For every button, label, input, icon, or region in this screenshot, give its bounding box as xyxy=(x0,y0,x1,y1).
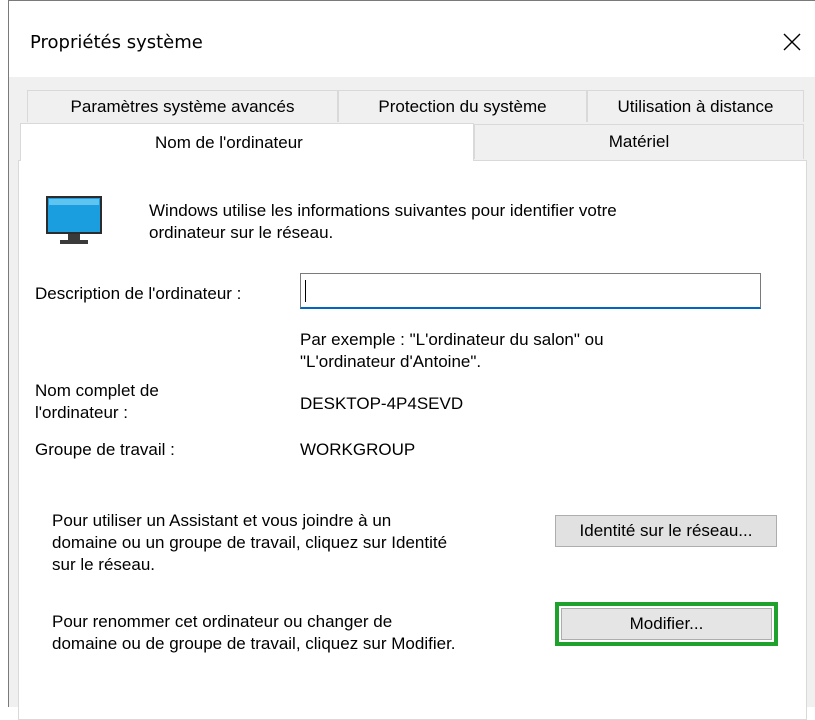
join-domain-text: Pour utiliser un Assistant et vous joind… xyxy=(52,510,542,576)
example-line: "L'ordinateur d'Antoine". xyxy=(300,352,482,371)
intro-text: Windows utilise les informations suivant… xyxy=(149,200,749,244)
full-name-label-line: Nom complet de xyxy=(35,381,159,400)
description-input[interactable] xyxy=(300,273,761,309)
full-name-label-line: l'ordinateur : xyxy=(35,403,129,422)
intro-line: Windows utilise les informations suivant… xyxy=(149,201,617,220)
text-caret xyxy=(305,280,306,302)
workgroup-label: Groupe de travail : xyxy=(35,440,175,459)
tab-label: Protection du système xyxy=(378,96,547,116)
description-label: Description de l'ordinateur : xyxy=(35,284,242,303)
title-bar: Propriétés système xyxy=(9,1,815,77)
window-title: Propriétés système xyxy=(30,32,203,53)
tab-system-protection[interactable]: Protection du système xyxy=(338,90,587,122)
tab-computer-name[interactable]: Nom de l'ordinateur xyxy=(20,123,474,161)
full-name-label: Nom complet de l'ordinateur : xyxy=(35,380,159,424)
rename-text: Pour renommer cet ordinateur ou changer … xyxy=(52,611,552,655)
workgroup-value: WORKGROUP xyxy=(300,440,416,459)
tab-remote[interactable]: Utilisation à distance xyxy=(587,90,804,122)
close-button[interactable] xyxy=(769,19,815,65)
monitor-icon xyxy=(46,196,102,244)
intro-line: ordinateur sur le réseau. xyxy=(149,223,334,242)
tab-label: Nom de l'ordinateur xyxy=(155,132,303,152)
tab-label: Paramètres système avancés xyxy=(70,96,295,116)
tab-advanced-settings[interactable]: Paramètres système avancés xyxy=(27,90,338,122)
rename-text-line: Pour renommer cet ordinateur ou changer … xyxy=(52,612,393,631)
close-icon xyxy=(783,33,801,51)
tab-label: Matériel xyxy=(608,132,670,151)
tab-label: Utilisation à distance xyxy=(617,96,774,116)
example-text: Par exemple : "L'ordinateur du salon" ou… xyxy=(300,329,604,373)
join-text-line: domaine ou un groupe de travail, cliquez… xyxy=(52,533,448,552)
tab-hardware[interactable]: Matériel xyxy=(474,124,804,159)
modify-button[interactable]: Modifier... xyxy=(561,608,772,640)
join-text-line: Pour utiliser un Assistant et vous joind… xyxy=(52,511,392,530)
join-text-line: sur le réseau. xyxy=(52,555,155,574)
example-line: Par exemple : "L'ordinateur du salon" ou xyxy=(300,330,604,349)
full-name-value: DESKTOP-4P4SEVD xyxy=(300,394,464,413)
network-id-button[interactable]: Identité sur le réseau... xyxy=(555,515,777,547)
rename-text-line: domaine ou de groupe de travail, cliquez… xyxy=(52,634,456,653)
